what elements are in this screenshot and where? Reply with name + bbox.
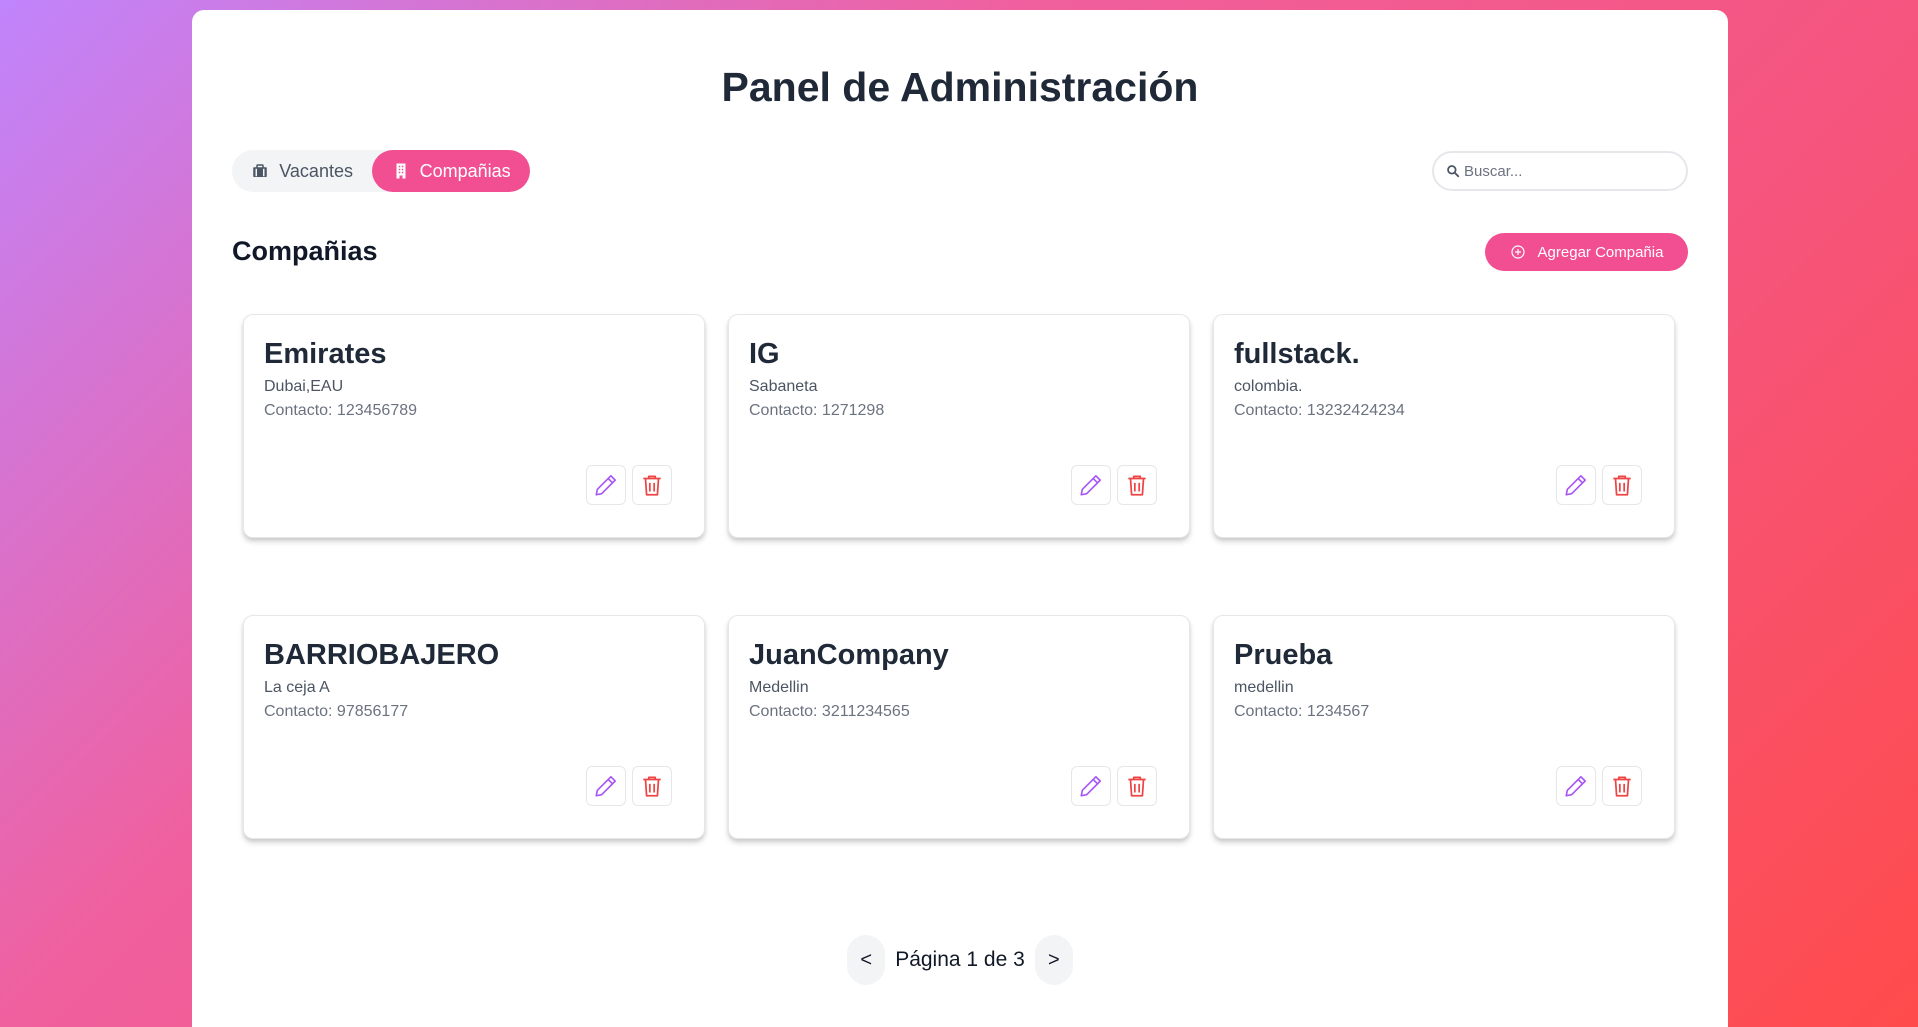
edit-button[interactable] (1071, 766, 1111, 806)
company-name: BARRIOBAJERO (264, 639, 500, 671)
pencil-icon (1078, 472, 1104, 498)
pencil-icon (593, 773, 619, 799)
tab-companias[interactable]: Compañias (372, 150, 530, 192)
company-contact: Contacto: 1234567 (1234, 702, 1370, 720)
company-name: JuanCompany (749, 639, 949, 671)
edit-button[interactable] (586, 766, 626, 806)
search-box (1432, 151, 1688, 191)
view-toggle: Vacantes Compañias (232, 150, 530, 192)
edit-button[interactable] (1071, 465, 1111, 505)
company-name: Emirates (264, 338, 387, 370)
search-icon (1446, 164, 1460, 178)
company-contact: Contacto: 1271298 (749, 401, 885, 419)
trash-icon (639, 472, 665, 498)
company-card: Emirates Dubai,EAU Contacto: 123456789 (243, 314, 705, 538)
edit-button[interactable] (1556, 465, 1596, 505)
page-title: Panel de Administración (721, 64, 1199, 110)
delete-button[interactable] (1602, 766, 1642, 806)
delete-button[interactable] (1117, 465, 1157, 505)
building-icon (392, 162, 410, 180)
company-contact: Contacto: 97856177 (264, 702, 409, 720)
company-name: IG (749, 338, 780, 370)
tab-vacantes[interactable]: Vacantes (232, 150, 372, 192)
trash-icon (1609, 773, 1635, 799)
admin-panel: Panel de Administración Vacantes Compañi… (192, 10, 1728, 1027)
company-card: Prueba medellin Contacto: 1234567 (1213, 615, 1675, 839)
add-company-button[interactable]: Agregar Compañia (1485, 233, 1688, 271)
pencil-icon (593, 472, 619, 498)
pencil-icon (1078, 773, 1104, 799)
pencil-icon (1563, 773, 1589, 799)
briefcase-icon (251, 162, 269, 180)
company-grid: Emirates Dubai,EAU Contacto: 123456789 I… (243, 314, 1675, 839)
company-contact: Contacto: 123456789 (264, 401, 418, 419)
delete-button[interactable] (632, 465, 672, 505)
trash-icon (639, 773, 665, 799)
delete-button[interactable] (1117, 766, 1157, 806)
trash-icon (1609, 472, 1635, 498)
company-location: La ceja A (264, 678, 330, 696)
company-location: medellin (1234, 678, 1294, 696)
company-location: Medellin (749, 678, 809, 696)
add-company-label: Agregar Compañia (1537, 243, 1664, 261)
company-card: JuanCompany Medellin Contacto: 321123456… (728, 615, 1190, 839)
delete-button[interactable] (1602, 465, 1642, 505)
delete-button[interactable] (632, 766, 672, 806)
company-location: Dubai,EAU (264, 377, 344, 395)
card-actions (1071, 465, 1157, 505)
company-card: fullstack. colombia. Contacto: 132324242… (1213, 314, 1675, 538)
card-actions (586, 766, 672, 806)
company-name: fullstack. (1234, 338, 1360, 370)
section-title: Compañias (232, 236, 378, 266)
card-actions (1556, 766, 1642, 806)
next-page-button[interactable]: > (1034, 935, 1073, 985)
card-actions (1071, 766, 1157, 806)
pencil-icon (1563, 472, 1589, 498)
company-card: BARRIOBAJERO La ceja A Contacto: 9785617… (243, 615, 705, 839)
pagination: < Página 1 de 3 > (192, 935, 1728, 985)
trash-icon (1124, 773, 1150, 799)
tab-companias-label: Compañias (419, 160, 511, 181)
company-name: Prueba (1234, 639, 1333, 671)
search-input[interactable] (1464, 162, 1664, 180)
card-actions (1556, 465, 1642, 505)
edit-button[interactable] (1556, 766, 1596, 806)
trash-icon (1124, 472, 1150, 498)
tab-vacantes-label: Vacantes (279, 160, 353, 181)
company-location: colombia. (1234, 377, 1303, 395)
company-contact: Contacto: 13232424234 (1234, 401, 1405, 419)
company-card: IG Sabaneta Contacto: 1271298 (728, 314, 1190, 538)
plus-circle-icon (1510, 244, 1526, 260)
card-actions (586, 465, 672, 505)
company-location: Sabaneta (749, 377, 818, 395)
edit-button[interactable] (586, 465, 626, 505)
page-indicator: Página 1 de 3 (895, 948, 1025, 971)
prev-page-button[interactable]: < (847, 935, 886, 985)
company-contact: Contacto: 3211234565 (749, 702, 910, 720)
